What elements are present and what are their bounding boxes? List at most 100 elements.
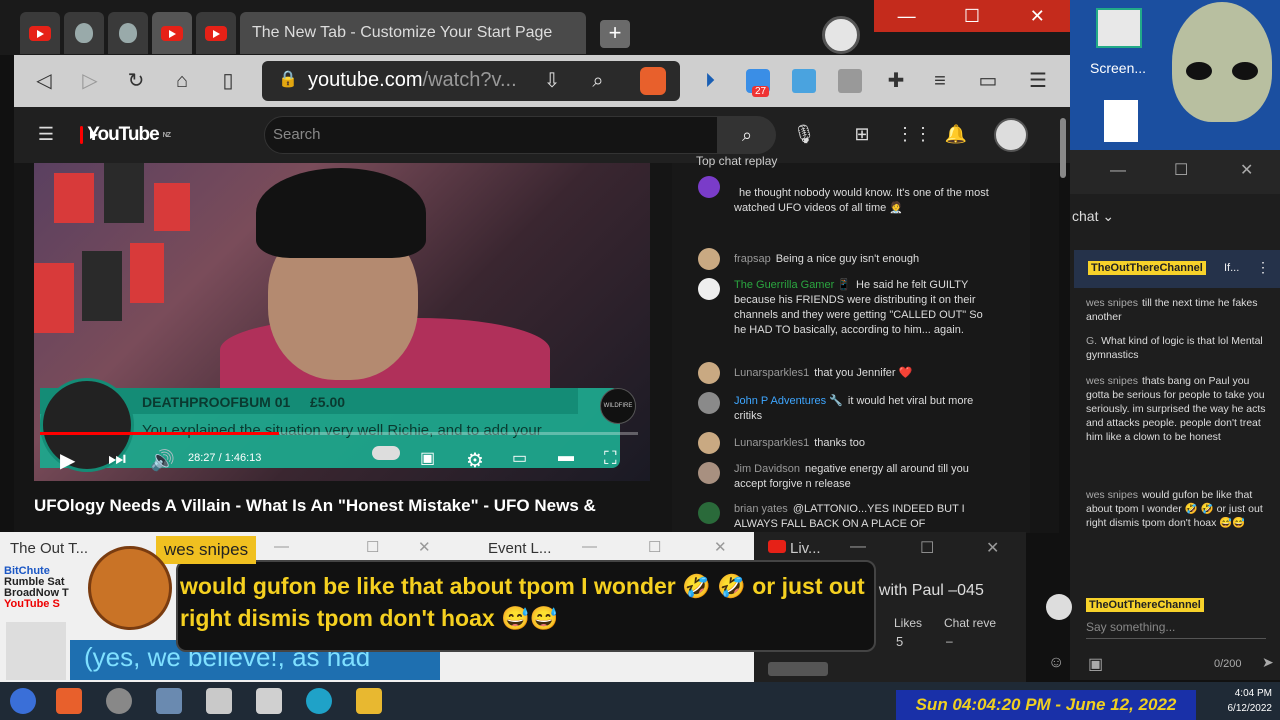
forward-icon[interactable]: ▷	[78, 69, 102, 93]
close-button[interactable]: ✕	[1005, 0, 1070, 32]
chat-avatar	[698, 278, 720, 300]
reload-icon[interactable]: ↻	[124, 69, 148, 93]
screenshot-shortcut-icon[interactable]	[1096, 8, 1142, 48]
puzzle-icon[interactable]: ✚	[884, 69, 908, 93]
page-scrollbar[interactable]	[1060, 118, 1066, 178]
search-icon: ⌕	[741, 125, 753, 145]
window-maximize[interactable]: ☐	[366, 538, 379, 556]
download-indicator-button[interactable]	[822, 16, 860, 54]
chat-message: Lunarsparkles1 that you Jennifer ❤️	[734, 367, 913, 379]
minimize-button[interactable]: —	[874, 0, 939, 32]
chat-avatar	[698, 392, 720, 414]
youtube-logo[interactable]: YouTube NZ	[80, 124, 171, 146]
media-play-icon[interactable]: ⏵	[698, 69, 722, 93]
horizontal-scrollbar[interactable]	[768, 662, 828, 676]
account-avatar[interactable]	[994, 118, 1028, 152]
window-maximize[interactable]: ☐	[920, 538, 934, 558]
start-button-icon[interactable]	[10, 688, 36, 714]
theater-mode-icon[interactable]: ▬	[558, 448, 574, 466]
window-close[interactable]: ✕	[986, 538, 999, 558]
system-clock[interactable]: 4:04 PM 6/12/2022	[1208, 686, 1273, 716]
apps-grid-icon[interactable]: ⋮⋮	[896, 124, 932, 148]
send-icon[interactable]: ➤	[1262, 654, 1274, 671]
emoji-icon[interactable]: ☺	[1048, 654, 1064, 672]
app-taskbar-icon[interactable]	[256, 688, 282, 714]
window-close[interactable]: ✕	[418, 538, 431, 556]
maximize-button[interactable]: ☐	[1174, 160, 1188, 180]
youtube-icon	[205, 25, 227, 41]
chat-message: John P Adventures 🔧 it would het viral bu…	[734, 395, 974, 422]
tab-alien-2[interactable]	[108, 12, 148, 54]
create-video-icon[interactable]: ⊞	[850, 124, 874, 148]
screenshot-extension-icon[interactable]	[838, 69, 862, 93]
edge-taskbar-icon[interactable]	[306, 688, 332, 714]
next-icon[interactable]: ⏭	[108, 448, 126, 471]
calculator-taskbar-icon[interactable]	[156, 688, 182, 714]
lock-icon: 🔒	[278, 71, 298, 88]
chat-mode-dropdown[interactable]: Top chat replay	[696, 154, 777, 168]
likes-value: 5	[896, 634, 904, 649]
maximize-button[interactable]: ☐	[939, 0, 1004, 32]
window-close[interactable]: ✕	[714, 538, 727, 556]
brave-shield-icon[interactable]	[640, 67, 666, 95]
chat-avatar	[698, 502, 720, 524]
zoom-icon[interactable]: ⌕	[586, 69, 610, 93]
window-minimize[interactable]: —	[582, 538, 597, 555]
superchat-name: DEATHPROOFBUM 01	[142, 394, 291, 410]
tab-alien-1[interactable]	[64, 12, 104, 54]
install-icon[interactable]: ⇩	[540, 69, 564, 93]
settings-gear-icon[interactable]: ⚙	[466, 448, 484, 473]
screenshot-shortcut-label: Screen...	[1090, 60, 1147, 76]
youtube-icon	[768, 540, 786, 553]
popout-chat-title[interactable]: chat ⌄	[1072, 208, 1114, 225]
home-icon[interactable]: ⌂	[170, 69, 194, 93]
channel-watermark[interactable]: WILDFIRE	[600, 388, 636, 424]
new-tab-button[interactable]: +	[600, 20, 630, 48]
highlighted-author: wes snipes	[156, 536, 257, 564]
autoplay-toggle[interactable]	[372, 446, 400, 460]
window-minimize[interactable]: —	[274, 538, 289, 555]
window-minimize[interactable]: —	[850, 538, 866, 556]
tab-youtube-3[interactable]	[196, 12, 236, 54]
explorer-taskbar-icon[interactable]	[356, 688, 382, 714]
notifications-bell-icon[interactable]: 🔔	[944, 124, 968, 148]
more-options-icon[interactable]: ⋮	[1256, 259, 1270, 276]
subtitles-icon[interactable]: ▣	[420, 448, 435, 468]
popout-titlebar: — ☐ ✕	[1070, 150, 1280, 194]
superchat-icon[interactable]: ▣	[1088, 654, 1103, 674]
menu-icon[interactable]: ☰	[1026, 69, 1050, 93]
miniplayer-icon[interactable]: ▭	[512, 448, 527, 468]
volume-icon[interactable]: 🔊	[150, 448, 175, 473]
window-maximize[interactable]: ☐	[648, 538, 661, 556]
app-taskbar-icon[interactable]	[206, 688, 232, 714]
window-extension-icon[interactable]	[792, 69, 816, 93]
address-bar[interactable]: 🔒 youtube.com/watch?v...	[262, 61, 680, 101]
search-input[interactable]: Search	[264, 116, 718, 154]
tab-youtube-2[interactable]	[152, 12, 192, 54]
chat-input[interactable]: Say something...	[1086, 620, 1175, 634]
file-icon[interactable]	[1104, 100, 1138, 142]
close-button[interactable]: ✕	[1240, 160, 1253, 180]
bookmark-icon[interactable]: ▯	[216, 69, 240, 93]
superchat-amount: £5.00	[310, 394, 346, 410]
minimize-button[interactable]: —	[1110, 162, 1126, 180]
wall-poster	[104, 163, 144, 223]
wall-poster	[154, 183, 190, 231]
chat-reveal-value: –	[946, 634, 953, 648]
url-domain: youtube.com	[308, 69, 423, 91]
tab-youtube-1[interactable]	[20, 12, 60, 54]
video-progress-bar[interactable]	[40, 432, 638, 435]
play-icon[interactable]: ▶	[60, 448, 75, 473]
chat-avatar	[698, 176, 720, 198]
microphone-icon[interactable]: 🎙	[792, 124, 816, 148]
fullscreen-icon[interactable]: ⛶	[604, 448, 617, 469]
wallet-icon[interactable]: ▭	[976, 69, 1000, 93]
alien-logo	[6, 622, 66, 680]
playlist-icon[interactable]: ≡	[928, 69, 952, 93]
hamburger-icon[interactable]: ☰	[34, 124, 58, 148]
brave-taskbar-icon[interactable]	[56, 688, 82, 714]
search-button[interactable]: ⌕	[718, 116, 776, 154]
tab-new-tab[interactable]: The New Tab - Customize Your Start Page	[240, 12, 586, 54]
obs-taskbar-icon[interactable]	[106, 688, 132, 714]
back-icon[interactable]: ◁	[32, 69, 56, 93]
